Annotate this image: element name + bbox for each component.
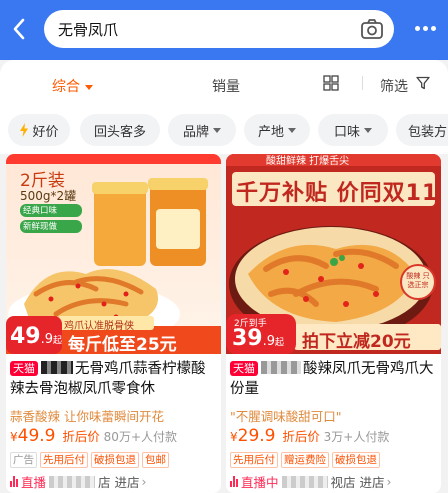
chip-label: 品牌 (182, 124, 209, 140)
sold-count: 80万+人付款 (103, 430, 177, 444)
enter-store-link[interactable]: 视店 进店 (331, 472, 385, 491)
product-subtitle: "不腥调味酸甜可口" (230, 409, 342, 424)
service-tag: 先用后付 (230, 452, 278, 468)
currency-symbol: ¥ (10, 430, 18, 444)
image-price-number: 39 (232, 326, 263, 351)
redacted-text (41, 361, 73, 374)
chip-origin[interactable]: 产地 (244, 114, 310, 146)
price-row: ¥29.9 折后价 3万+人付款 (230, 426, 389, 446)
top-bar: 无骨凤爪 (0, 0, 448, 60)
chip-label: 回头客多 (93, 124, 146, 140)
more-dot-icon (414, 25, 420, 31)
filter-funnel-icon[interactable] (416, 76, 430, 90)
image-price-suffix: 起 (275, 338, 285, 348)
currency-symbol: ¥ (230, 430, 238, 444)
sold-count: 3万+人付款 (323, 430, 390, 444)
tmall-badge: 天猫 (10, 361, 38, 376)
chevron-right-icon: › (386, 474, 392, 489)
image-badge-sub: 500g*2罐 (20, 189, 77, 203)
image-price-suffix: 起 (53, 336, 63, 346)
service-tag: 破损包退 (91, 452, 139, 468)
chip-label: 包装方 (408, 124, 448, 140)
ad-tag: 广告 (10, 452, 37, 468)
live-bars-icon (230, 476, 238, 487)
image-slogan: 千万补贴 价同双11 (236, 181, 439, 206)
price-row: ¥49.9 折后价 80万+人付款 (10, 426, 177, 446)
redacted-store-name (281, 475, 328, 488)
live-store-row[interactable]: 直播中 视店 进店 › (230, 472, 392, 491)
more-dot-icon (430, 25, 436, 31)
redacted-store-name (49, 475, 96, 488)
live-store-row[interactable]: 直播 店 进店 › (10, 472, 147, 491)
product-card[interactable]: 酸甜鲜辣 打爆舌尖 千万补贴 价同双11 酸辣 只选正宗 2斤到手 39.9起 … (226, 154, 441, 493)
chevron-down-icon (213, 127, 221, 133)
product-title[interactable]: 天猫 酸辣凤爪无骨鸡爪大份量 (230, 359, 438, 399)
product-price: 49.9 (17, 426, 56, 446)
search-query-text: 无骨凤爪 (58, 21, 119, 39)
chip-label: 产地 (257, 124, 284, 140)
product-title[interactable]: 天猫 无骨鸡爪蒜香柠檬酸辣去骨泡椒凤爪零食休 (10, 359, 218, 399)
chevron-down-icon (364, 127, 372, 133)
product-tags: 广告 先用后付 破损包退 包邮 (10, 452, 169, 468)
product-image[interactable]: 酸甜鲜辣 打爆舌尖 千万补贴 价同双11 酸辣 只选正宗 2斤到手 39.9起 … (226, 154, 441, 354)
service-tag: 赠运费险 (281, 452, 329, 468)
sort-comprehensive[interactable]: 综合 (52, 76, 93, 96)
product-price: 29.9 (237, 426, 276, 446)
price-label: 折后价 (62, 429, 100, 444)
sort-comprehensive-label: 综合 (52, 79, 80, 95)
live-label: 直播 (21, 475, 47, 490)
service-tag: 先用后付 (40, 452, 88, 468)
live-bars-icon (10, 476, 18, 487)
sort-sales[interactable]: 销量 (212, 76, 240, 96)
search-input[interactable]: 无骨凤爪 (44, 10, 394, 48)
camera-icon[interactable] (360, 17, 384, 41)
image-check-2: 新鲜现做 (23, 222, 58, 232)
live-label: 直播中 (241, 475, 279, 490)
tmall-badge: 天猫 (230, 361, 258, 376)
back-button[interactable] (6, 14, 32, 44)
image-check-1: 经典口味 (23, 206, 58, 216)
chevron-right-icon: › (141, 474, 147, 489)
lightning-icon (20, 123, 29, 137)
service-tag: 破损包退 (332, 452, 380, 468)
service-tag: 包邮 (142, 452, 169, 468)
chip-label: 口味 (333, 124, 360, 140)
image-promo: 拍下立减20元 (302, 332, 411, 352)
dropdown-triangle-icon (85, 84, 93, 90)
product-subtitle: 蒜香酸辣 让你味蕾瞬间开花 (10, 409, 164, 424)
image-price: 49.9起 (10, 324, 62, 349)
product-tags: 先用后付 赠运费险 破损包退 (230, 452, 380, 468)
filter-chips: 好价 回头客多 品牌 产地 口味 包装方 (0, 108, 448, 154)
image-stamp: 酸辣 只选正宗 (406, 272, 430, 289)
image-price: 39.9起 (232, 326, 284, 351)
image-price-decimal: .9 (262, 334, 276, 349)
chip-packaging[interactable]: 包装方 (396, 114, 448, 146)
image-price-decimal: .9 (40, 332, 54, 347)
image-promo: 每斤低至25元 (68, 335, 177, 354)
redacted-text (261, 361, 301, 374)
price-label: 折后价 (282, 429, 320, 444)
chip-good-price[interactable]: 好价 (8, 114, 70, 146)
chip-flavor[interactable]: 口味 (318, 114, 388, 146)
chip-label: 好价 (32, 124, 59, 140)
product-title-text: 无骨鸡爪蒜香柠檬酸辣去骨泡椒凤爪零食休 (10, 361, 206, 397)
chip-brand[interactable]: 品牌 (168, 114, 236, 146)
product-card[interactable]: 2斤装 500g*2罐 经典口味 新鲜现做 鸡爪认准脱骨侠 49.9起 每斤低至… (6, 154, 221, 493)
more-menu-button[interactable] (408, 18, 442, 38)
chevron-down-icon (288, 127, 296, 133)
image-price-number: 49 (10, 324, 41, 349)
product-image[interactable]: 2斤装 500g*2罐 经典口味 新鲜现做 鸡爪认准脱骨侠 49.9起 每斤低至… (6, 154, 221, 354)
divider (362, 76, 363, 90)
more-dot-icon (422, 25, 428, 31)
enter-store-link[interactable]: 店 进店 (98, 472, 139, 491)
grid-view-icon[interactable] (323, 75, 339, 91)
image-header: 酸甜鲜辣 打爆舌尖 (266, 156, 350, 167)
back-arrow-icon (13, 18, 25, 40)
filter-button[interactable]: 筛选 (380, 76, 408, 96)
chip-repeat-customers[interactable]: 回头客多 (80, 114, 160, 146)
sort-bar: 综合 销量 筛选 (0, 60, 448, 108)
